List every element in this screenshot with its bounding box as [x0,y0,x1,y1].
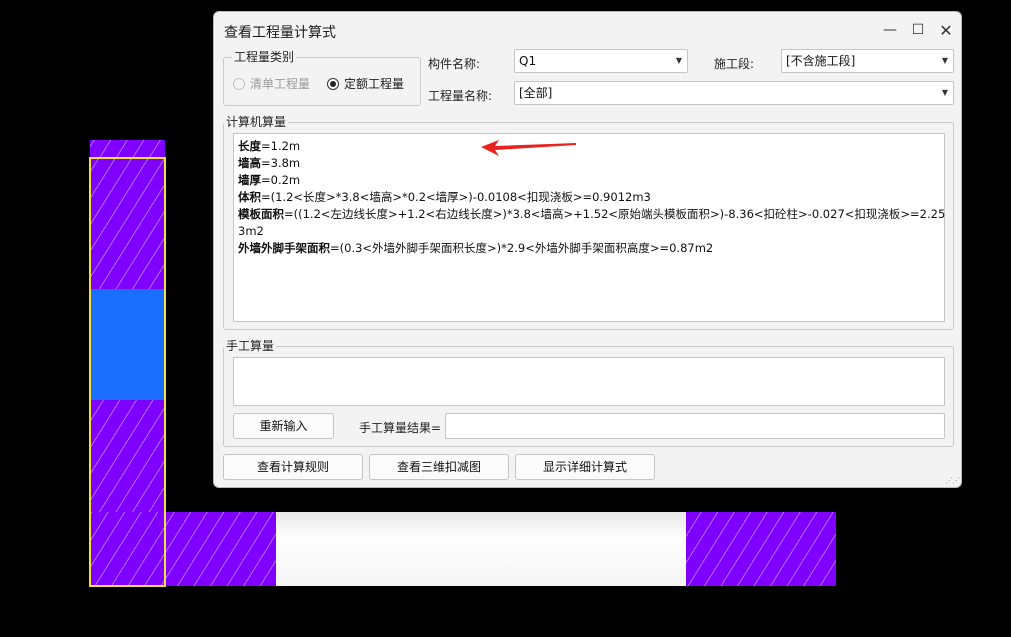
phase-label: 施工段: [714,57,755,71]
chevron-down-icon: ▼ [941,56,948,65]
formula-expr: 3m2 [238,224,264,238]
formula-expr: =((1.2<左边线长度>+1.2<右边线长度>)*3.8<墙高>+1.52<原… [284,207,946,221]
manual-calc-input[interactable] [233,357,945,406]
quantity-name-label: 工程量名称: [428,89,493,103]
wall-segment-vertical-upper[interactable] [90,158,165,289]
window-opening-selected[interactable] [90,289,165,400]
phase-select[interactable]: [不含施工段] ▼ [781,49,954,73]
view-calc-rules-button[interactable]: 查看计算规则 [223,454,363,480]
wall-outline-left [89,157,91,586]
wall-outline-top [90,157,165,159]
category-group-label: 工程量类别 [232,50,297,64]
formula-expr: =0.2m [261,173,301,187]
quantity-name-select[interactable]: [全部] ▼ [514,81,954,105]
formula-line-length: 长度=1.2m [238,138,300,155]
category-group: 工程量类别 清单工程量 定额工程量 [223,50,421,106]
manual-calc-group: 手工算量 重新输入 手工算量结果= [223,339,954,447]
component-name-value: Q1 [519,54,537,68]
door-opening[interactable] [276,512,686,586]
formula-name: 模板面积 [238,207,284,221]
formula-line-scaffold-area: 外墙外脚手架面积=(0.3<外墙外脚手架面积长度>)*2.9<外墙外脚手架面积高… [238,240,713,257]
wall-corner[interactable] [90,512,276,586]
component-name-label: 构件名称: [428,57,481,71]
wall-outline-bottom [89,585,166,587]
manual-result-field[interactable] [445,413,945,439]
radio-circle-unchecked [233,77,245,90]
formula-name: 外墙外脚手架面积 [238,241,330,255]
formula-line-wall-thickness: 墙厚=0.2m [238,172,300,189]
quantity-formula-dialog[interactable]: 查看工程量计算式 — ☐ ✕ 工程量类别 清单工程量 定额工程量 构件名称: Q… [213,11,962,488]
chevron-down-icon: ▼ [675,56,682,65]
computer-calc-label: 计算机算量 [224,115,289,129]
wall-segment-vertical-lower[interactable] [90,400,165,512]
component-name-select[interactable]: Q1 ▼ [514,49,688,73]
formula-expr: =(1.2<长度>*3.8<墙高>*0.2<墙厚>)-0.0108<扣现浇板>=… [261,190,651,204]
formula-line-formwork-area-wrap: 3m2 [238,223,264,240]
quantity-name-value: [全部] [519,86,553,100]
computer-calc-group: 计算机算量 长度=1.2m 墙高=3.8m 墙厚=0.2m 体积=(1.2<长度… [223,115,954,330]
formula-line-wall-height: 墙高=3.8m [238,155,300,172]
radio-list-quantity[interactable]: 清单工程量 [233,75,310,92]
formula-expr: =(0.3<外墙外脚手架面积长度>)*2.9<外墙外脚手架面积高度>=0.87m… [330,241,714,255]
reenter-button[interactable]: 重新输入 [233,413,334,439]
formula-name: 体积 [238,190,261,204]
wall-segment-top[interactable] [90,140,165,158]
formula-expr: =1.2m [261,139,301,153]
radio-circle-checked [327,77,339,90]
maximize-icon[interactable]: ☐ [907,20,929,40]
manual-calc-label: 手工算量 [224,339,277,353]
resize-grip-icon[interactable]: ⋰⋰ [945,476,960,485]
wall-segment-horizontal-right[interactable] [686,512,836,586]
dialog-title: 查看工程量计算式 [224,25,336,41]
formula-line-formwork-area: 模板面积=((1.2<左边线长度>+1.2<右边线长度>)*3.8<墙高>+1.… [238,206,945,223]
annotation-arrow-icon [481,140,576,156]
radio-quota-quantity[interactable]: 定额工程量 [327,75,404,92]
view-3d-deduction-button[interactable]: 查看三维扣减图 [369,454,509,480]
close-icon[interactable]: ✕ [935,20,957,40]
minimize-icon[interactable]: — [879,20,901,40]
formula-expr: =3.8m [261,156,301,170]
chevron-down-icon: ▼ [941,88,948,97]
formula-line-volume: 体积=(1.2<长度>*3.8<墙高>*0.2<墙厚>)-0.0108<扣现浇板… [238,189,651,206]
formula-name: 墙高 [238,156,261,170]
wall-outline-right [164,157,166,586]
radio-list-quantity-label: 清单工程量 [250,77,311,91]
formula-name: 墙厚 [238,173,261,187]
formula-name: 长度 [238,139,261,153]
manual-result-label: 手工算量结果= [359,421,442,435]
show-detailed-formula-button[interactable]: 显示详细计算式 [515,454,655,480]
radio-quota-quantity-label: 定额工程量 [344,77,405,91]
phase-value: [不含施工段] [786,54,856,68]
computer-calc-formula-box[interactable]: 长度=1.2m 墙高=3.8m 墙厚=0.2m 体积=(1.2<长度>*3.8<… [233,133,945,322]
title-bar[interactable]: 查看工程量计算式 — ☐ ✕ [214,12,961,48]
